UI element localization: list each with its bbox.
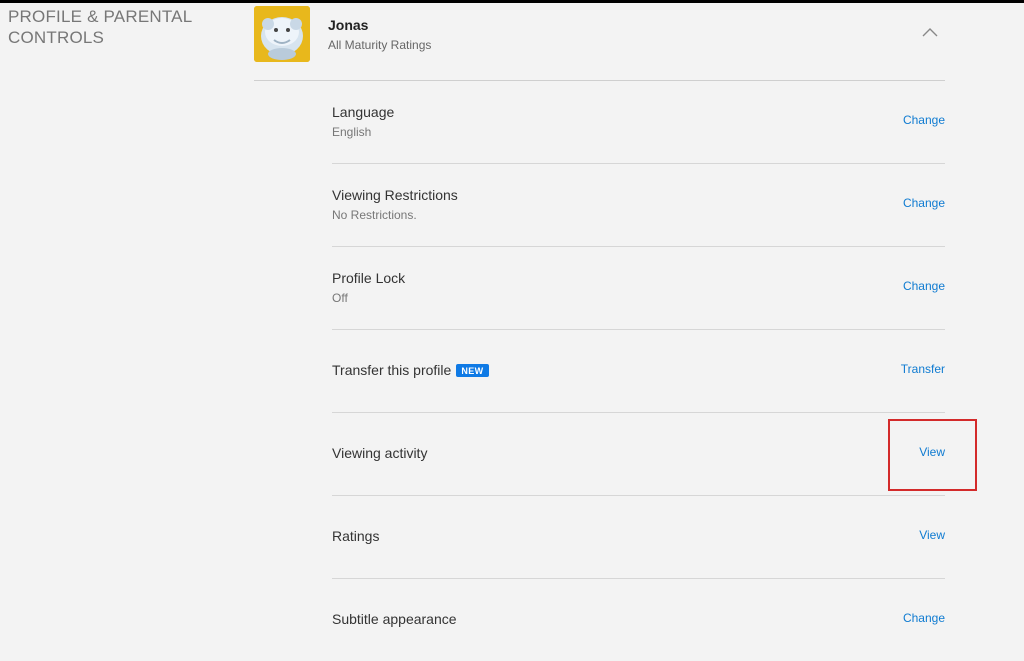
setting-row-transfer-profile: Transfer this profile NEW Transfer <box>332 330 945 413</box>
setting-row-viewing-restrictions: Viewing Restrictions No Restrictions. Ch… <box>332 164 945 247</box>
setting-label: Transfer this profile <box>332 362 452 378</box>
collapse-button[interactable] <box>917 22 943 42</box>
profile-maturity-rating: All Maturity Ratings <box>328 38 432 52</box>
language-change-link[interactable]: Change <box>903 113 945 127</box>
viewing-restrictions-change-link[interactable]: Change <box>903 196 945 210</box>
setting-label: Ratings <box>332 528 380 544</box>
setting-label: Profile Lock <box>332 270 406 286</box>
setting-row-viewing-activity: Viewing activity View <box>332 413 945 496</box>
profile-header: Jonas All Maturity Ratings <box>254 4 945 81</box>
setting-value: English <box>332 125 372 139</box>
profile-lock-change-link[interactable]: Change <box>903 279 945 293</box>
avatar[interactable] <box>254 6 310 62</box>
ratings-view-link[interactable]: View <box>919 528 945 542</box>
top-bar <box>0 0 1024 3</box>
setting-row-ratings: Ratings View <box>332 496 945 579</box>
subtitle-appearance-change-link[interactable]: Change <box>903 611 945 625</box>
snowball-monster-avatar-icon <box>254 6 310 62</box>
setting-label: Viewing Restrictions <box>332 187 458 203</box>
section-title: PROFILE & PARENTAL CONTROLS <box>8 7 193 47</box>
setting-label: Subtitle appearance <box>332 611 457 627</box>
setting-row-subtitle-appearance: Subtitle appearance Change <box>332 579 945 661</box>
profile-settings-list: Language English Change Viewing Restrict… <box>332 81 945 661</box>
chevron-up-icon <box>922 28 938 37</box>
setting-value: Off <box>332 291 348 305</box>
new-badge: NEW <box>456 364 489 377</box>
setting-row-language: Language English Change <box>332 81 945 164</box>
setting-value: No Restrictions. <box>332 208 417 222</box>
setting-label: Language <box>332 104 395 120</box>
profile-name: Jonas <box>328 17 369 33</box>
setting-label-wrap: Transfer this profile NEW <box>332 362 489 378</box>
setting-row-profile-lock: Profile Lock Off Change <box>332 247 945 330</box>
transfer-profile-link[interactable]: Transfer <box>901 362 945 376</box>
highlight-box <box>888 419 977 491</box>
setting-label: Viewing activity <box>332 445 428 461</box>
